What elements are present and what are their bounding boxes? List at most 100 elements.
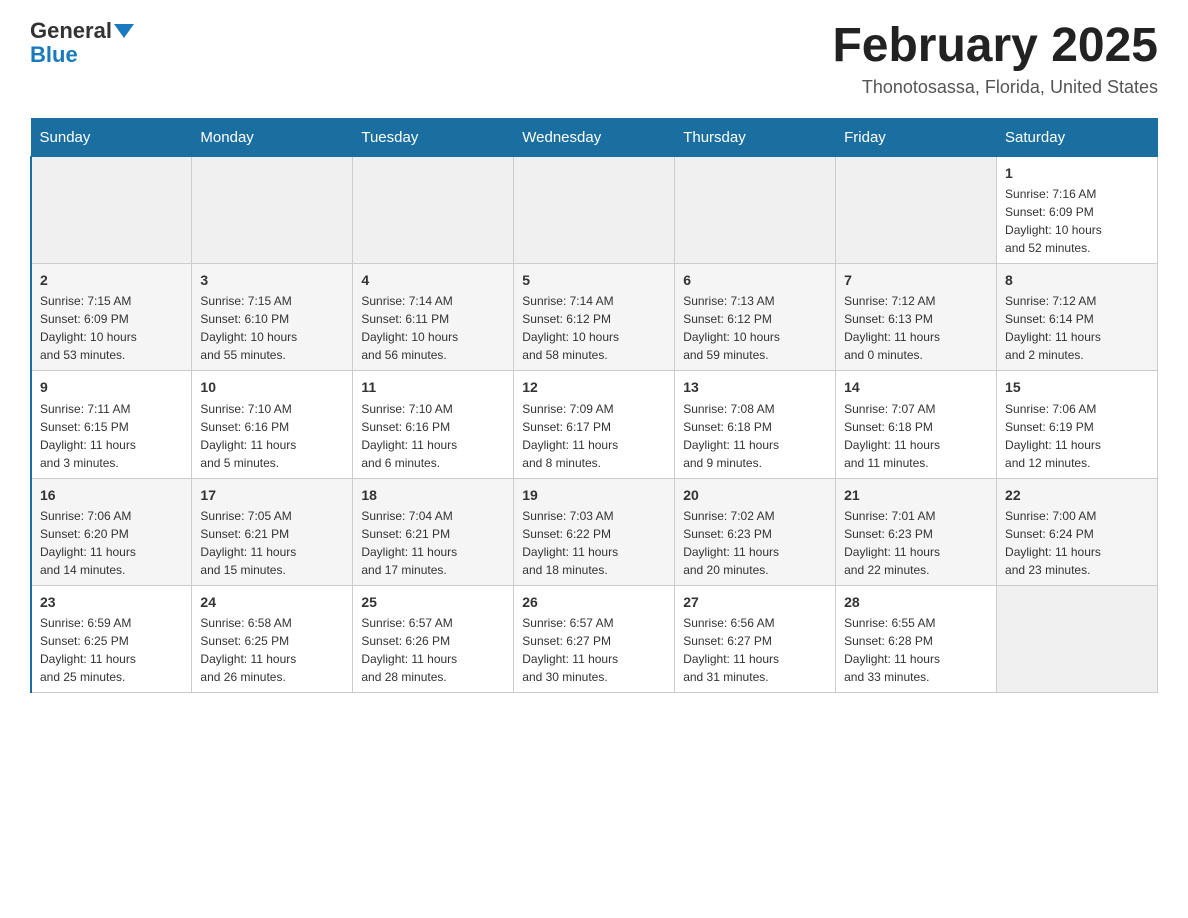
day-info: Sunrise: 7:04 AMSunset: 6:21 PMDaylight:… <box>361 507 505 579</box>
title-section: February 2025 Thonotosassa, Florida, Uni… <box>832 20 1158 98</box>
calendar-cell <box>514 156 675 263</box>
calendar-cell: 17Sunrise: 7:05 AMSunset: 6:21 PMDayligh… <box>192 478 353 585</box>
calendar-cell: 18Sunrise: 7:04 AMSunset: 6:21 PMDayligh… <box>353 478 514 585</box>
day-number: 26 <box>522 592 666 612</box>
calendar-cell <box>675 156 836 263</box>
calendar-cell <box>997 585 1158 692</box>
calendar-cell: 13 Sunrise: 7:08 AMSunset: 6:18 PMDayligh… <box>675 371 836 478</box>
page-header: General Blue February 2025 Thonotosassa,… <box>30 20 1158 98</box>
calendar-cell: 10 Sunrise: 7:10 AMSunset: 6:16 PMDayligh… <box>192 371 353 478</box>
calendar-cell: 20Sunrise: 7:02 AMSunset: 6:23 PMDayligh… <box>675 478 836 585</box>
day-info: Sunrise: 7:10 AMSunset: 6:16 PMDaylight:… <box>200 400 344 472</box>
calendar-cell: 26Sunrise: 6:57 AMSunset: 6:27 PMDayligh… <box>514 585 675 692</box>
day-info: Sunrise: 7:15 AMSunset: 6:09 PMDaylight:… <box>40 292 183 364</box>
calendar-cell: 14 Sunrise: 7:07 AMSunset: 6:18 PMDayligh… <box>836 371 997 478</box>
day-info: Sunrise: 7:09 AMSunset: 6:17 PMDaylight:… <box>522 400 666 472</box>
calendar-cell <box>836 156 997 263</box>
day-number: 15 <box>1005 377 1149 397</box>
calendar-cell: 19Sunrise: 7:03 AMSunset: 6:22 PMDayligh… <box>514 478 675 585</box>
day-number: 24 <box>200 592 344 612</box>
calendar-cell: 27Sunrise: 6:56 AMSunset: 6:27 PMDayligh… <box>675 585 836 692</box>
day-number: 1 <box>1005 163 1149 183</box>
day-info: Sunrise: 7:11 AMSunset: 6:15 PMDaylight:… <box>40 400 183 472</box>
calendar-cell: 8Sunrise: 7:12 AMSunset: 6:14 PMDaylight… <box>997 264 1158 371</box>
day-info: Sunrise: 7:00 AMSunset: 6:24 PMDaylight:… <box>1005 507 1149 579</box>
calendar-header-saturday: Saturday <box>997 118 1158 156</box>
day-info: Sunrise: 7:05 AMSunset: 6:21 PMDaylight:… <box>200 507 344 579</box>
calendar-header-tuesday: Tuesday <box>353 118 514 156</box>
calendar-header-row: SundayMondayTuesdayWednesdayThursdayFrid… <box>31 118 1158 156</box>
calendar-cell: 22Sunrise: 7:00 AMSunset: 6:24 PMDayligh… <box>997 478 1158 585</box>
day-number: 25 <box>361 592 505 612</box>
calendar-header-friday: Friday <box>836 118 997 156</box>
calendar-cell: 2Sunrise: 7:15 AMSunset: 6:09 PMDaylight… <box>31 264 192 371</box>
month-title: February 2025 <box>832 20 1158 73</box>
calendar-header-thursday: Thursday <box>675 118 836 156</box>
day-number: 10 <box>200 377 344 397</box>
day-info: Sunrise: 6:59 AMSunset: 6:25 PMDaylight:… <box>40 614 183 686</box>
day-number: 4 <box>361 270 505 290</box>
calendar-cell: 4Sunrise: 7:14 AMSunset: 6:11 PMDaylight… <box>353 264 514 371</box>
location-subtitle: Thonotosassa, Florida, United States <box>832 77 1158 98</box>
calendar-cell: 12 Sunrise: 7:09 AMSunset: 6:17 PMDayligh… <box>514 371 675 478</box>
day-number: 22 <box>1005 485 1149 505</box>
day-info: Sunrise: 7:16 AMSunset: 6:09 PMDaylight:… <box>1005 185 1149 257</box>
day-info: Sunrise: 7:13 AMSunset: 6:12 PMDaylight:… <box>683 292 827 364</box>
day-info: Sunrise: 7:06 AMSunset: 6:19 PMDaylight:… <box>1005 400 1149 472</box>
logo-blue-text: Blue <box>30 42 78 68</box>
calendar-cell: 1Sunrise: 7:16 AMSunset: 6:09 PMDaylight… <box>997 156 1158 263</box>
day-number: 14 <box>844 377 988 397</box>
day-info: Sunrise: 7:01 AMSunset: 6:23 PMDaylight:… <box>844 507 988 579</box>
calendar-week-row: 2Sunrise: 7:15 AMSunset: 6:09 PMDaylight… <box>31 264 1158 371</box>
calendar-cell: 16Sunrise: 7:06 AMSunset: 6:20 PMDayligh… <box>31 478 192 585</box>
calendar-header-wednesday: Wednesday <box>514 118 675 156</box>
day-info: Sunrise: 7:15 AMSunset: 6:10 PMDaylight:… <box>200 292 344 364</box>
day-number: 19 <box>522 485 666 505</box>
day-info: Sunrise: 6:57 AMSunset: 6:27 PMDaylight:… <box>522 614 666 686</box>
calendar-week-row: 1Sunrise: 7:16 AMSunset: 6:09 PMDaylight… <box>31 156 1158 263</box>
day-number: 6 <box>683 270 827 290</box>
calendar-header-monday: Monday <box>192 118 353 156</box>
day-info: Sunrise: 7:02 AMSunset: 6:23 PMDaylight:… <box>683 507 827 579</box>
logo-arrow-icon <box>114 24 134 38</box>
day-number: 12 <box>522 377 666 397</box>
day-number: 27 <box>683 592 827 612</box>
calendar-cell: 21Sunrise: 7:01 AMSunset: 6:23 PMDayligh… <box>836 478 997 585</box>
calendar-cell: 11 Sunrise: 7:10 AMSunset: 6:16 PMDayligh… <box>353 371 514 478</box>
day-info: Sunrise: 6:55 AMSunset: 6:28 PMDaylight:… <box>844 614 988 686</box>
day-info: Sunrise: 7:14 AMSunset: 6:12 PMDaylight:… <box>522 292 666 364</box>
calendar-cell: 28Sunrise: 6:55 AMSunset: 6:28 PMDayligh… <box>836 585 997 692</box>
calendar-week-row: 16Sunrise: 7:06 AMSunset: 6:20 PMDayligh… <box>31 478 1158 585</box>
calendar-cell <box>31 156 192 263</box>
day-number: 21 <box>844 485 988 505</box>
calendar-cell: 23Sunrise: 6:59 AMSunset: 6:25 PMDayligh… <box>31 585 192 692</box>
day-info: Sunrise: 7:07 AMSunset: 6:18 PMDaylight:… <box>844 400 988 472</box>
day-number: 5 <box>522 270 666 290</box>
calendar-cell: 24Sunrise: 6:58 AMSunset: 6:25 PMDayligh… <box>192 585 353 692</box>
day-number: 20 <box>683 485 827 505</box>
day-info: Sunrise: 7:10 AMSunset: 6:16 PMDaylight:… <box>361 400 505 472</box>
calendar-cell: 9 Sunrise: 7:11 AMSunset: 6:15 PMDaylight… <box>31 371 192 478</box>
day-number: 2 <box>40 270 183 290</box>
day-number: 17 <box>200 485 344 505</box>
calendar-cell: 7Sunrise: 7:12 AMSunset: 6:13 PMDaylight… <box>836 264 997 371</box>
day-number: 7 <box>844 270 988 290</box>
day-number: 23 <box>40 592 183 612</box>
day-number: 13 <box>683 377 827 397</box>
day-info: Sunrise: 6:58 AMSunset: 6:25 PMDaylight:… <box>200 614 344 686</box>
day-number: 8 <box>1005 270 1149 290</box>
day-info: Sunrise: 7:03 AMSunset: 6:22 PMDaylight:… <box>522 507 666 579</box>
calendar-cell <box>353 156 514 263</box>
day-info: Sunrise: 7:14 AMSunset: 6:11 PMDaylight:… <box>361 292 505 364</box>
day-number: 16 <box>40 485 183 505</box>
calendar-cell: 15 Sunrise: 7:06 AMSunset: 6:19 PMDayligh… <box>997 371 1158 478</box>
day-number: 18 <box>361 485 505 505</box>
day-info: Sunrise: 7:08 AMSunset: 6:18 PMDaylight:… <box>683 400 827 472</box>
logo-general-text: General <box>30 20 112 42</box>
day-info: Sunrise: 7:06 AMSunset: 6:20 PMDaylight:… <box>40 507 183 579</box>
day-number: 11 <box>361 377 505 397</box>
day-info: Sunrise: 6:56 AMSunset: 6:27 PMDaylight:… <box>683 614 827 686</box>
calendar-week-row: 23Sunrise: 6:59 AMSunset: 6:25 PMDayligh… <box>31 585 1158 692</box>
calendar-table: SundayMondayTuesdayWednesdayThursdayFrid… <box>30 118 1158 693</box>
day-number: 9 <box>40 377 183 397</box>
